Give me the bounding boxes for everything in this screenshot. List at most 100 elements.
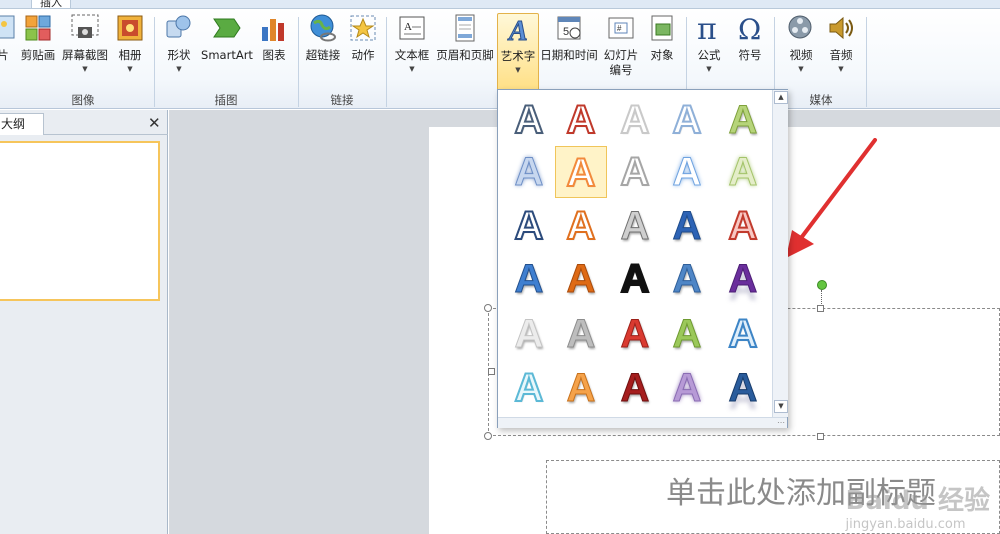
wordart-style-sample: A: [672, 366, 702, 411]
resize-grip-icon[interactable]: ⋯: [498, 417, 787, 428]
wordart-style-option[interactable]: A: [661, 308, 713, 360]
slide-number-button[interactable]: # 幻灯片 编号: [600, 13, 642, 93]
wordart-style-sample: A: [728, 150, 758, 195]
wordart-style-sample: A: [728, 203, 759, 249]
wordart-style-sample: A: [566, 203, 597, 249]
pi-icon: π: [697, 13, 717, 43]
wordart-button[interactable]: A 艺术字 ▼: [497, 13, 539, 93]
rotation-handle-stem: [821, 290, 822, 306]
group-divider: [866, 17, 867, 107]
audio-label: 音频: [829, 48, 853, 62]
chevron-down-icon: ▼: [409, 65, 415, 73]
wordart-style-option[interactable]: A: [555, 94, 607, 146]
resize-handle-top[interactable]: [817, 305, 824, 312]
photo-album-button[interactable]: 相册 ▼: [114, 13, 146, 93]
equation-button[interactable]: π 公式 ▼: [692, 13, 726, 93]
wordart-style-option[interactable]: A: [555, 146, 607, 198]
wordart-style-option[interactable]: A: [717, 200, 769, 252]
scroll-down-icon[interactable]: ▼: [774, 400, 788, 413]
picture-button[interactable]: 片: [0, 13, 15, 93]
wordart-style-option[interactable]: A: [661, 200, 713, 252]
wordart-style-sample: A: [672, 204, 702, 249]
symbol-button[interactable]: Ω 符号: [733, 13, 767, 93]
wordart-style-option[interactable]: A: [503, 308, 555, 360]
resize-handle-bottom[interactable]: [817, 433, 824, 440]
wordart-style-option[interactable]: A: [661, 94, 713, 146]
wordart-style-option[interactable]: A: [717, 362, 769, 414]
resize-handle-top-left[interactable]: [484, 304, 492, 312]
wordart-style-option[interactable]: A: [661, 253, 713, 305]
textbox-button[interactable]: A 文本框 ▼: [392, 13, 432, 93]
watermark: Baidu 经验 jingyan.baidu.com: [846, 480, 990, 532]
close-icon[interactable]: ✕: [148, 114, 161, 132]
date-time-button[interactable]: 5 日期和时间: [540, 13, 598, 93]
object-label: 对象: [650, 48, 674, 62]
scroll-up-icon[interactable]: ▲: [774, 91, 788, 104]
shapes-button[interactable]: 形状 ▼: [162, 13, 196, 93]
audio-button[interactable]: 音频 ▼: [824, 13, 858, 93]
hyperlink-button[interactable]: 超链接: [304, 13, 342, 93]
photo-album-icon: [117, 15, 143, 41]
action-button[interactable]: 动作: [346, 13, 380, 93]
group-label-links: 链接: [330, 93, 354, 107]
action-label: 动作: [351, 48, 375, 62]
rotation-handle[interactable]: [817, 280, 827, 290]
wordart-style-option[interactable]: A: [661, 362, 713, 414]
shapes-label: 形状: [167, 48, 191, 62]
textbox-label: 文本框: [394, 48, 430, 62]
resize-handle-left[interactable]: [488, 368, 495, 375]
wordart-style-option[interactable]: A: [503, 200, 555, 252]
clipart-button[interactable]: 剪贴画: [20, 13, 56, 93]
wordart-style-option[interactable]: A: [609, 253, 661, 305]
wordart-style-option[interactable]: A: [609, 308, 661, 360]
video-button[interactable]: 视频 ▼: [784, 13, 818, 93]
wordart-style-sample: A: [514, 365, 545, 411]
wordart-style-option[interactable]: A: [609, 200, 661, 252]
svg-text:π: π: [697, 13, 717, 43]
wordart-style-option[interactable]: A: [609, 362, 661, 414]
clipart-icon: [25, 15, 51, 41]
wordart-style-option[interactable]: A: [503, 362, 555, 414]
wordart-style-option[interactable]: A: [555, 362, 607, 414]
object-icon: [651, 15, 673, 41]
object-button[interactable]: 对象: [645, 13, 679, 93]
wordart-style-option[interactable]: A: [555, 200, 607, 252]
wordart-style-option[interactable]: A: [609, 146, 661, 198]
shapes-icon: [166, 15, 191, 38]
group-divider: [298, 17, 299, 107]
wordart-gallery: AAAAAAAAAAAAAAAAAAAAAAAAAAAAAA ▲ ▼ ⋯: [497, 89, 788, 428]
wordart-style-sample: A: [566, 97, 597, 143]
wordart-style-option[interactable]: A: [555, 253, 607, 305]
wordart-style-option[interactable]: A: [717, 146, 769, 198]
photo-album-label: 相册: [118, 48, 142, 62]
wordart-label: 艺术字: [500, 49, 536, 63]
wordart-style-option[interactable]: A: [503, 146, 555, 198]
wordart-style-option[interactable]: A: [609, 94, 661, 146]
annotation-arrow: [786, 138, 877, 258]
slides-outline-pane: 大纲 ✕: [0, 110, 168, 534]
header-footer-button[interactable]: 页眉和页脚: [435, 13, 495, 93]
header-footer-label: 页眉和页脚: [436, 48, 494, 62]
watermark-url: jingyan.baidu.com: [845, 517, 966, 532]
wordart-style-option[interactable]: A: [717, 308, 769, 360]
resize-handle-bottom-left[interactable]: [484, 432, 492, 440]
tab-outline[interactable]: 大纲: [0, 113, 44, 135]
gallery-scrollbar[interactable]: ▲ ▼: [772, 90, 788, 417]
screenshot-button[interactable]: 屏幕截图 ▼: [60, 13, 110, 93]
screenshot-label: 屏幕截图: [62, 48, 108, 62]
wordart-style-option[interactable]: A: [717, 253, 769, 305]
chart-button[interactable]: 图表: [258, 13, 290, 93]
slide-thumbnail[interactable]: [0, 141, 160, 301]
wordart-style-option[interactable]: A: [555, 308, 607, 360]
wordart-style-sample: A: [514, 257, 544, 302]
smartart-button[interactable]: SmartArt: [200, 13, 254, 93]
wordart-style-option[interactable]: A: [503, 94, 555, 146]
textbox-icon: A: [399, 16, 425, 40]
wordart-style-sample: A: [672, 312, 702, 357]
tab-insert[interactable]: 插入: [31, 0, 71, 8]
svg-text:A: A: [404, 21, 412, 33]
wordart-style-option[interactable]: A: [503, 253, 555, 305]
wordart-style-option[interactable]: A: [717, 94, 769, 146]
wordart-style-sample: A: [728, 366, 758, 411]
wordart-style-option[interactable]: A: [661, 146, 713, 198]
